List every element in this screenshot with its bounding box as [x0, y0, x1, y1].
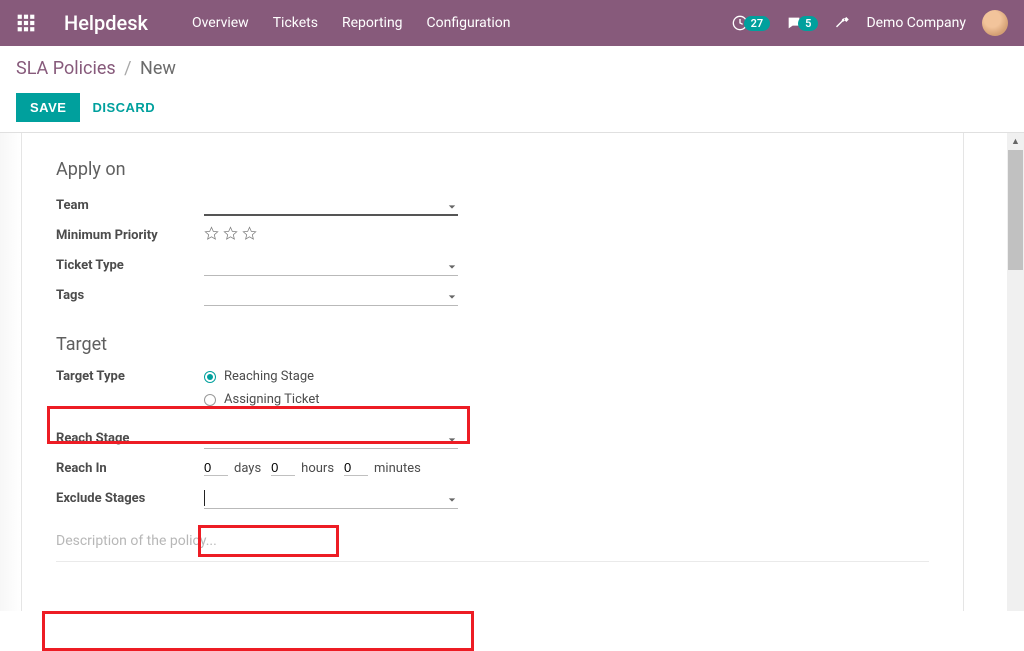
field-target-type: Target Type Reaching Stage Assigning Tic…: [56, 367, 929, 415]
field-ticket-type: Ticket Type: [56, 252, 929, 278]
description-field[interactable]: Description of the policy...: [56, 533, 929, 549]
form-view: Apply on Team Minimum Priority Ticket Ty…: [0, 133, 1024, 611]
ticket-type-label: Ticket Type: [56, 258, 204, 273]
target-type-label: Target Type: [56, 367, 204, 384]
exclude-stages-input[interactable]: [204, 487, 458, 509]
scroll-up-arrow[interactable]: ▲: [1007, 133, 1024, 150]
team-label: Team: [56, 198, 204, 213]
tags-input-wrap: [204, 284, 458, 306]
ticket-type-input-wrap: [204, 254, 458, 276]
days-unit: days: [234, 461, 261, 476]
nav-reporting[interactable]: Reporting: [342, 15, 403, 31]
reach-in-label: Reach In: [56, 461, 204, 476]
star-icon[interactable]: [204, 226, 219, 245]
save-button[interactable]: SAVE: [16, 93, 80, 122]
form-sheet: Apply on Team Minimum Priority Ticket Ty…: [22, 133, 964, 611]
star-icon[interactable]: [223, 226, 238, 245]
radio-reaching-stage[interactable]: Reaching Stage: [204, 369, 319, 384]
nav-overview[interactable]: Overview: [192, 15, 249, 31]
debug-icon[interactable]: [834, 15, 850, 31]
scrollbar-thumb[interactable]: [1008, 150, 1023, 270]
action-buttons: SAVE DISCARD: [16, 93, 1008, 132]
messages-count: 5: [798, 16, 818, 31]
field-exclude-stages: Exclude Stages: [56, 485, 929, 511]
star-icon[interactable]: [242, 226, 257, 245]
reach-in-minutes-input[interactable]: [344, 460, 368, 476]
radio-assigning-label: Assigning Ticket: [224, 392, 319, 407]
minutes-unit: minutes: [374, 461, 421, 476]
reach-in-inputs: days hours minutes: [204, 460, 458, 476]
reach-in-hours-input[interactable]: [271, 460, 295, 476]
priority-stars[interactable]: [204, 226, 257, 245]
reach-stage-input-wrap: [204, 427, 458, 449]
radio-reaching-label: Reaching Stage: [224, 369, 314, 384]
radio-icon: [204, 394, 216, 406]
nav-right: 27 5 Demo Company: [732, 10, 1008, 36]
ticket-type-input[interactable]: [204, 254, 458, 276]
messages-icon[interactable]: 5: [786, 15, 818, 31]
radio-assigning-ticket[interactable]: Assigning Ticket: [204, 392, 319, 407]
discard-button[interactable]: DISCARD: [92, 100, 155, 115]
control-panel: SLA Policies / New SAVE DISCARD: [0, 46, 1024, 132]
tags-input[interactable]: [204, 284, 458, 306]
vertical-scrollbar[interactable]: ▲: [1007, 133, 1024, 611]
nav-configuration[interactable]: Configuration: [427, 15, 511, 31]
field-team: Team: [56, 192, 929, 218]
nav-menu: Overview Tickets Reporting Configuration: [192, 15, 511, 31]
description-divider: [56, 561, 929, 562]
hours-unit: hours: [301, 461, 334, 476]
highlight-exclude-stages: [42, 611, 474, 651]
sheet-left-gutter: [0, 133, 22, 611]
exclude-stages-input-wrap: [204, 487, 458, 509]
team-input-wrap: [204, 194, 458, 216]
field-tags: Tags: [56, 282, 929, 308]
target-type-radios: Reaching Stage Assigning Ticket: [204, 367, 319, 415]
company-switcher[interactable]: Demo Company: [866, 15, 966, 31]
reach-stage-input[interactable]: [204, 427, 458, 449]
tags-label: Tags: [56, 288, 204, 303]
activity-count: 27: [744, 16, 771, 31]
section-apply-on: Apply on: [56, 159, 929, 180]
radio-icon: [204, 371, 216, 383]
activity-icon[interactable]: 27: [732, 15, 771, 31]
top-navbar: Helpdesk Overview Tickets Reporting Conf…: [0, 0, 1024, 46]
breadcrumb-current: New: [140, 58, 176, 79]
field-min-priority: Minimum Priority: [56, 222, 929, 248]
exclude-stages-label: Exclude Stages: [56, 491, 204, 506]
app-brand[interactable]: Helpdesk: [64, 11, 148, 35]
field-reach-in: Reach In days hours minutes: [56, 455, 929, 481]
section-target: Target: [56, 334, 929, 355]
team-input[interactable]: [204, 194, 458, 216]
user-avatar[interactable]: [982, 10, 1008, 36]
apps-icon[interactable]: [16, 13, 36, 33]
nav-tickets[interactable]: Tickets: [273, 15, 318, 31]
reach-stage-label: Reach Stage: [56, 431, 204, 446]
min-priority-label: Minimum Priority: [56, 228, 204, 243]
field-reach-stage: Reach Stage: [56, 425, 929, 451]
breadcrumb-separator: /: [124, 58, 131, 79]
breadcrumb: SLA Policies / New: [16, 58, 1008, 79]
reach-in-days-input[interactable]: [204, 460, 228, 476]
breadcrumb-parent[interactable]: SLA Policies: [16, 58, 116, 79]
